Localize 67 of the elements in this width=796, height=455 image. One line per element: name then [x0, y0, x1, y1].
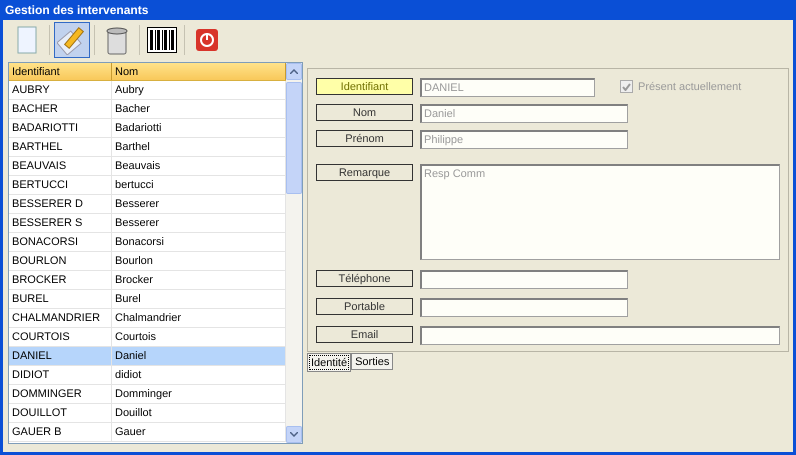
- column-header[interactable]: Identifiant: [9, 63, 112, 80]
- table-cell: DOUILLOT: [9, 404, 112, 422]
- table-cell: CHALMANDRIER: [9, 309, 112, 327]
- table-row[interactable]: COURTOIS Courtois: [9, 328, 286, 347]
- window-title: Gestion des intervenants: [4, 2, 150, 19]
- table-cell: AUBRY: [9, 81, 112, 99]
- scroll-up-button[interactable]: [286, 63, 302, 80]
- scroll-down-button[interactable]: [286, 426, 302, 443]
- scrollbar[interactable]: [286, 63, 302, 443]
- field-label: Portable: [316, 298, 413, 315]
- table-cell: BEAUVAIS: [9, 157, 112, 175]
- table-cell: BUREL: [9, 290, 112, 308]
- table-row[interactable]: CHALMANDRIER Chalmandrier: [9, 309, 286, 328]
- table-cell: BOURLON: [9, 252, 112, 270]
- table-row[interactable]: BEAUVAIS Beauvais: [9, 157, 286, 176]
- table-row[interactable]: BESSERER S Besserer: [9, 214, 286, 233]
- table-row[interactable]: GAUER B Gauer: [9, 423, 286, 442]
- table-row[interactable]: BESSERER D Besserer: [9, 195, 286, 214]
- table-cell: GAUER B: [9, 423, 112, 441]
- pencil-paper-icon: [57, 25, 87, 55]
- field-label: Prénom: [316, 130, 413, 147]
- table-cell: BARTHEL: [9, 138, 112, 156]
- caret-up-icon: [290, 69, 298, 74]
- field-label: Téléphone: [316, 270, 413, 287]
- table-row[interactable]: BADARIOTTI Badariotti: [9, 119, 286, 138]
- field-label: Remarque: [316, 164, 413, 181]
- power-icon: [196, 29, 218, 51]
- edit-button[interactable]: [54, 22, 90, 58]
- table-row[interactable]: DOMMINGER Domminger: [9, 385, 286, 404]
- barcode-icon: [147, 27, 177, 53]
- caret-down-icon: [290, 432, 298, 437]
- text-field[interactable]: [420, 298, 628, 317]
- table-row[interactable]: DIDIOT didiot: [9, 366, 286, 385]
- table-cell: BACHER: [9, 100, 112, 118]
- table-cell: DOMMINGER: [9, 385, 112, 403]
- table-row[interactable]: BARTHEL Barthel: [9, 138, 286, 157]
- trash-icon: [105, 25, 129, 55]
- table-row[interactable]: BERTUCCI bertucci: [9, 176, 286, 195]
- scroll-thumb[interactable]: [286, 82, 302, 194]
- table-cell: BONACORSI: [9, 233, 112, 251]
- field-label: Email: [316, 326, 413, 343]
- table-cell: BESSERER D: [9, 195, 112, 213]
- table-row[interactable]: BROCKER Brocker: [9, 271, 286, 290]
- checkbox-label: Présent actuellement: [638, 80, 742, 92]
- blank-page-icon: [17, 26, 37, 54]
- table-row[interactable]: DOUILLOT Douillot: [9, 404, 286, 423]
- table-row[interactable]: BUREL Burel: [9, 290, 286, 309]
- checkbox[interactable]: [620, 80, 633, 93]
- table-row[interactable]: BONACORSI Bonacorsi: [9, 233, 286, 252]
- table-cell: BADARIOTTI: [9, 119, 112, 137]
- tab[interactable]: Sorties: [351, 353, 394, 370]
- table-row[interactable]: BOURLON Bourlon: [9, 252, 286, 271]
- table-row[interactable]: AUBRY Aubry: [9, 81, 286, 100]
- table-cell: BESSERER S: [9, 214, 112, 232]
- text-field[interactable]: [420, 270, 628, 289]
- table-cell: BROCKER: [9, 271, 112, 289]
- tab[interactable]: Identité: [307, 353, 352, 372]
- table-cell: DIDIOT: [9, 366, 112, 384]
- table-row[interactable]: BACHER Bacher: [9, 100, 286, 119]
- text-field[interactable]: [420, 326, 780, 345]
- table-row[interactable]: DANIEL Daniel: [9, 347, 286, 366]
- checkmark-icon: [622, 82, 631, 90]
- field-label: Identifiant: [316, 78, 413, 95]
- table-cell: COURTOIS: [9, 328, 112, 346]
- table-cell: BERTUCCI: [9, 176, 112, 194]
- table-cell: DANIEL: [9, 347, 112, 365]
- field-label: Nom: [316, 104, 413, 121]
